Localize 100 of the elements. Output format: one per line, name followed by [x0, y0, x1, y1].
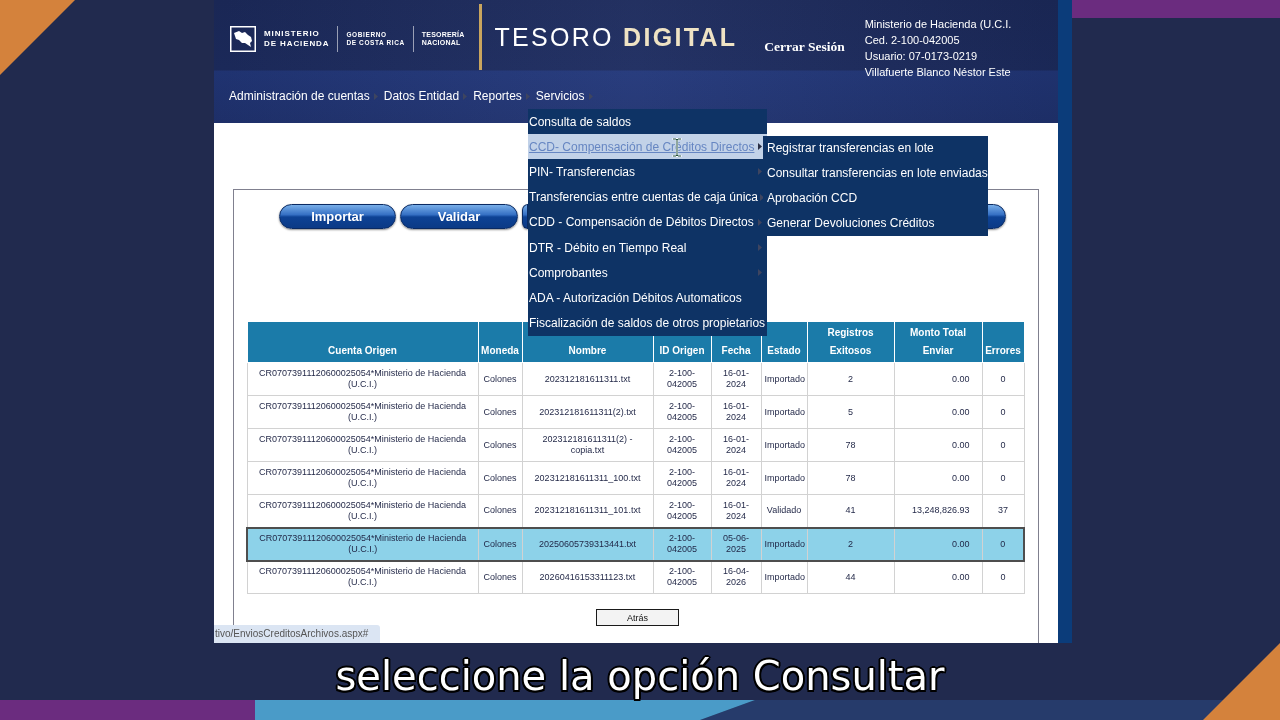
table-row[interactable]: CR07073911120600025054*Ministerio de Hacienda (U.C.I.) Colones 202312181611311.txt 2-100-042005 16-01-2024 Importado 2 0.00 0 [247, 362, 1024, 396]
table-cell: 2-100-042005 [653, 461, 711, 495]
right-triangle-icon [525, 92, 530, 100]
table-cell: Colones [478, 527, 522, 561]
table-cell: Colones [478, 362, 522, 396]
table-cell: Importado [761, 560, 807, 594]
nav-menu-item[interactable]: Reportes [473, 88, 522, 104]
table-cell: Colones [478, 395, 522, 429]
table-cell: 0.00 [894, 527, 982, 561]
menu-item[interactable]: DTR - Débito en Tiempo Real [528, 234, 767, 261]
column-header: Registros Exitosos [827, 327, 874, 356]
logout-link[interactable]: Cerrar Sesión [764, 39, 845, 55]
table-cell: 20250605739313441.txt [522, 527, 653, 561]
menu-item[interactable]: Consulta de saldos [528, 109, 767, 135]
table-cell: 0.00 [894, 395, 982, 429]
table-cell: 16-01-2024 [711, 461, 761, 495]
table-cell: 202312181611311.txt [522, 362, 653, 396]
menu-item[interactable]: CDD - Compensación de Débitos Directos [528, 209, 767, 235]
column-header: Cuenta Origen [328, 345, 397, 356]
table-cell: 05-06-2025 [711, 527, 761, 561]
table-cell: Importado [761, 428, 807, 462]
table-cell: 202312181611311(2).txt [522, 395, 653, 429]
menu-item[interactable]: Generar Devoluciones Créditos [767, 211, 988, 237]
submenu-arrow-icon [758, 244, 762, 252]
menu-item[interactable]: Fiscalización de saldos de otros propietarios [528, 310, 767, 336]
submenu-arrow-icon [758, 143, 762, 151]
table-cell: 16-01-2024 [711, 362, 761, 396]
table-cell: 78 [807, 428, 894, 462]
status-url: tivo/EnviosCreditosArchivos.aspx# [214, 625, 381, 643]
table-cell: 0 [982, 362, 1024, 396]
menu-item[interactable]: Aprobación CCD [767, 186, 988, 212]
column-header: Nombre [568, 345, 607, 356]
table-row[interactable]: CR07073911120600025054*Ministerio de Hacienda (U.C.I.) Colones 202312181611311(2).txt 2-100-042005 16-01-2024 Importado 5 0.00 0 [247, 395, 1024, 429]
nav-menu-item[interactable]: Administración de cuentas [229, 88, 370, 104]
column-header: Fecha [721, 345, 751, 356]
table-cell: 0.00 [894, 428, 982, 462]
table-cell: Colones [478, 560, 522, 594]
table-cell: 5 [807, 395, 894, 429]
toolbar-button[interactable]: Validar [400, 204, 518, 229]
table-cell: CR07073911120600025054*Ministerio de Hacienda (U.C.I.) [247, 560, 478, 594]
column-header: ID Origen [659, 345, 705, 356]
table-cell: CR07073911120600025054*Ministerio de Hacienda (U.C.I.) [247, 395, 478, 429]
user-info-text: Ministerio de Hacienda (U.C.I. [864, 17, 1012, 32]
subtitle-caption: seleccione la opción Consultar [335, 653, 945, 699]
table-cell: Importado [761, 527, 807, 561]
table-cell: 202312181611311_100.txt [522, 461, 653, 495]
menu-item[interactable]: ADA - Autorización Débitos Automaticos [528, 285, 767, 311]
right-triangle-icon [588, 92, 593, 100]
toolbar-button[interactable]: Importar [279, 204, 396, 229]
table-row[interactable]: CR07073911120600025054*Ministerio de Hacienda (U.C.I.) Colones 202312181611311_100.txt 2-100-042005 16-01-2024 Importado 78 0.00 0 [247, 461, 1024, 495]
table-cell: Importado [761, 395, 807, 429]
table-cell: 16-01-2024 [711, 395, 761, 429]
column-header: Moneda [481, 345, 519, 356]
table-cell: 44 [807, 560, 894, 594]
nav-menu-item[interactable]: Servicios [535, 88, 585, 104]
menu-item[interactable]: Transferencias entre cuentas de caja única [528, 184, 767, 210]
table-cell: 0 [982, 461, 1024, 495]
table-cell: Colones [478, 461, 522, 495]
menu-item[interactable]: Registrar transferencias en lote [767, 135, 988, 161]
submenu-arrow-icon [758, 168, 762, 176]
submenu-arrow-icon [758, 218, 762, 226]
table-cell: Colones [478, 428, 522, 462]
table-cell: CR07073911120600025054*Ministerio de Hacienda (U.C.I.) [247, 494, 478, 528]
right-triangle-icon [373, 92, 378, 100]
table-cell: 2-100-042005 [653, 560, 711, 594]
table-row[interactable]: CR07073911120600025054*Ministerio de Hacienda (U.C.I.) Colones 20250605739313441.txt 2-100-042005 05-06-2025 Importado 2 0.00 0 [247, 527, 1024, 561]
table-row[interactable]: CR07073911120600025054*Ministerio de Hacienda (U.C.I.) Colones 20260416153311123.txt 2-100-042005 16-04-2026 Importado 44 0.00 0 [247, 560, 1024, 594]
column-header: Estado [767, 345, 801, 356]
table-row[interactable]: CR07073911120600025054*Ministerio de Hacienda (U.C.I.) Colones 202312181611311(2) - copia.txt 2-100-042005 16-01-2024 Importado 78 0.00 0 [247, 428, 1024, 462]
submenu-arrow-icon [760, 193, 765, 201]
table-cell: 0.00 [894, 461, 982, 495]
user-info-text: Ced. 2-100-042005 [864, 33, 961, 48]
user-info-text: Villafuerte Blanco Néstor Este [864, 65, 1012, 80]
menu-item[interactable]: Consultar transferencias en lote enviadas [767, 160, 988, 187]
table-cell: Importado [761, 461, 807, 495]
table-row[interactable]: CR07073911120600025054*Ministerio de Hacienda (U.C.I.) Colones 202312181611311_101.txt 2-100-042005 16-01-2024 Validado 41 13,248,826.93 37 [247, 494, 1024, 528]
submenu-arrow-icon [758, 269, 762, 277]
right-triangle-icon [463, 92, 468, 100]
nav-menu-item[interactable]: Datos Entidad [383, 88, 460, 104]
table-cell: 2-100-042005 [653, 428, 711, 462]
table-cell: 0 [982, 560, 1024, 594]
table-cell: CR07073911120600025054*Ministerio de Hacienda (U.C.I.) [247, 362, 478, 396]
back-button[interactable]: Atrás [596, 609, 679, 626]
table-cell: CR07073911120600025054*Ministerio de Hacienda (U.C.I.) [247, 428, 478, 462]
table-cell: 16-04-2026 [711, 560, 761, 594]
table-cell: 78 [807, 461, 894, 495]
table-cell: 202312181611311(2) - copia.txt [522, 428, 653, 462]
table-cell: 0.00 [894, 560, 982, 594]
app-title: TESORO DIGITAL [494, 22, 738, 52]
table-cell: 2-100-042005 [653, 362, 711, 396]
user-info-text: Usuario: 07-0173-0219 [864, 49, 979, 64]
table-cell: CR07073911120600025054*Ministerio de Hacienda (U.C.I.) [247, 527, 478, 561]
menu-item[interactable]: Comprobantes [528, 260, 767, 286]
table-cell: CR07073911120600025054*Ministerio de Hacienda (U.C.I.) [247, 461, 478, 495]
table-cell: 20260416153311123.txt [522, 560, 653, 594]
table-cell: 0.00 [894, 362, 982, 396]
table-cell: 0 [982, 428, 1024, 462]
menu-item[interactable]: PIN- Transferencias [528, 159, 767, 185]
logo-text: MINISTERIO DE HACIENDA [264, 29, 330, 49]
column-header: Errores [985, 345, 1021, 356]
